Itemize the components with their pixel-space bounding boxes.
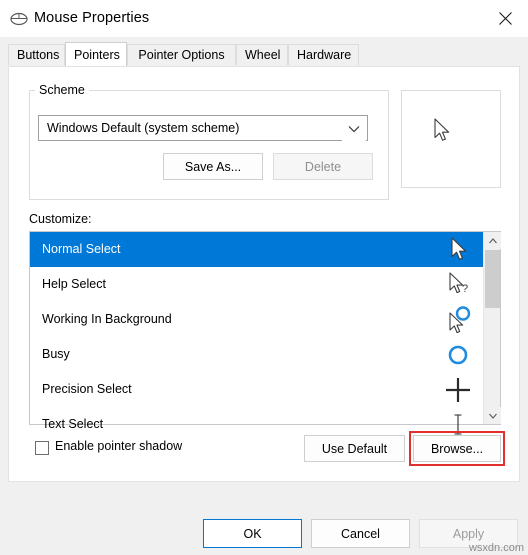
list-item[interactable]: Precision Select xyxy=(30,372,500,407)
arrow-cursor-icon xyxy=(438,235,478,265)
scheme-combobox-value: Windows Default (system scheme) xyxy=(47,121,240,135)
pointer-preview-box xyxy=(401,90,501,188)
scroll-up-icon[interactable] xyxy=(484,232,501,249)
tab-wheel[interactable]: Wheel xyxy=(236,44,288,65)
list-item-label: Help Select xyxy=(42,277,106,291)
tab-pointers[interactable]: Pointers xyxy=(65,42,127,67)
enable-pointer-shadow-label: Enable pointer shadow xyxy=(55,439,183,453)
browse-button[interactable]: Browse... xyxy=(413,435,501,462)
cancel-button[interactable]: Cancel xyxy=(311,519,410,548)
scheme-group-title: Scheme xyxy=(35,83,89,97)
delete-button: Delete xyxy=(273,153,373,180)
list-item[interactable]: Normal Select xyxy=(30,232,500,267)
mouse-properties-window: Mouse Properties Buttons Pointers Pointe… xyxy=(0,0,528,555)
tab-pointer-options[interactable]: Pointer Options xyxy=(127,44,236,65)
preview-arrow-cursor xyxy=(434,118,452,147)
list-item-label: Precision Select xyxy=(42,382,132,396)
list-item[interactable]: Working In Background xyxy=(30,302,500,337)
enable-pointer-shadow-checkbox[interactable] xyxy=(35,441,49,455)
close-icon[interactable] xyxy=(482,0,528,36)
tab-strip: Buttons Pointers Pointer Options Wheel H… xyxy=(8,42,520,67)
list-item-label: Busy xyxy=(42,347,70,361)
watermark: wsxdn.com xyxy=(468,542,524,554)
scroll-down-icon[interactable] xyxy=(484,407,501,424)
list-item-label: Text Select xyxy=(42,417,104,431)
tab-buttons[interactable]: Buttons xyxy=(8,44,65,65)
arrow-question-cursor-icon: ? xyxy=(438,270,478,300)
ring-cursor-icon xyxy=(438,340,478,370)
crosshair-cursor-icon xyxy=(438,375,478,405)
customize-label: Customize: xyxy=(29,212,92,226)
pointer-list[interactable]: Normal Select Help Select ? Working In B… xyxy=(29,231,501,435)
scheme-group xyxy=(29,90,389,200)
arrow-ring-cursor-icon xyxy=(438,305,478,335)
title-bar: Mouse Properties xyxy=(0,0,528,38)
scrollbar-thumb[interactable] xyxy=(485,250,500,308)
use-default-button[interactable]: Use Default xyxy=(304,435,405,462)
window-title: Mouse Properties xyxy=(34,10,150,26)
list-item[interactable]: Help Select ? xyxy=(30,267,500,302)
list-item-label: Normal Select xyxy=(42,242,121,256)
chevron-down-icon[interactable] xyxy=(342,117,366,141)
ok-button[interactable]: OK xyxy=(203,519,302,548)
mouse-icon xyxy=(10,11,28,27)
scheme-combobox[interactable]: Windows Default (system scheme) xyxy=(38,115,368,141)
pointers-tab-page: Scheme Windows Default (system scheme) S… xyxy=(8,66,520,482)
svg-text:?: ? xyxy=(462,283,468,295)
tab-hardware[interactable]: Hardware xyxy=(288,44,359,65)
list-item-label: Working In Background xyxy=(42,312,172,326)
list-scrollbar[interactable] xyxy=(483,232,501,424)
list-item[interactable]: Busy xyxy=(30,337,500,372)
save-as-button[interactable]: Save As... xyxy=(163,153,263,180)
